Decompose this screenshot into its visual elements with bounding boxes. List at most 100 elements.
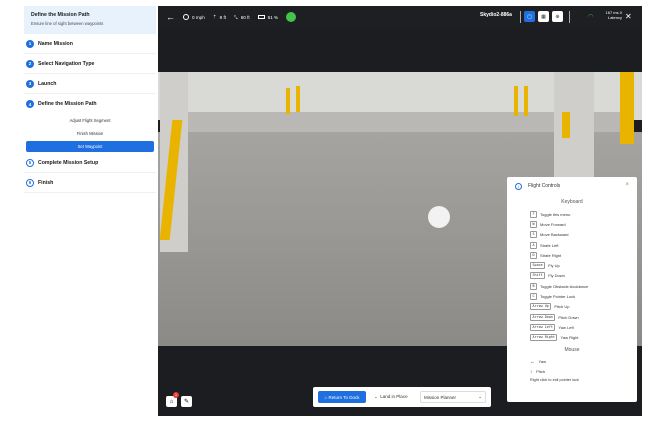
- key-cap: ?: [530, 210, 538, 218]
- shortcut-action: Yaw Right: [560, 335, 579, 341]
- shortcut-action: Pitch Down: [558, 314, 579, 320]
- drone-name: Skydio2-886a: [480, 12, 512, 18]
- view-mode-button-split[interactable]: ▦: [538, 11, 549, 22]
- keyboard-section-header: Keyboard: [561, 199, 583, 205]
- finish-mission-button[interactable]: Finish Mission: [24, 127, 156, 140]
- flight-action-bar: ⌂ Return To Dock ⌄ Land in Place Mission…: [313, 387, 491, 407]
- step-launch[interactable]: 3 Launch: [24, 74, 156, 94]
- return-to-dock-label: Return To Dock: [328, 394, 360, 400]
- mission-planner-select[interactable]: Mission Planner ⌄: [420, 391, 486, 403]
- view-mode-button-single[interactable]: ▢: [524, 11, 535, 22]
- step-finish[interactable]: 6 Finish: [24, 173, 156, 193]
- shortcut-action: Fly Up: [548, 263, 560, 269]
- keyboard-shortcut-row: Space Fly Up: [530, 260, 637, 270]
- land-in-place-button[interactable]: ⌄ Land in Place: [374, 394, 414, 400]
- shortcut-action: Yaw: [538, 359, 546, 365]
- step-label: Name Mission: [38, 40, 73, 47]
- distance-readout: ⤡ 60 ft: [234, 15, 250, 20]
- shortcut-action: Yaw Left: [558, 324, 574, 330]
- step-number: 4: [26, 100, 34, 108]
- key-cap: Space: [530, 262, 546, 270]
- step-complete-setup[interactable]: 5 Complete Mission Setup: [24, 153, 156, 173]
- keyboard-shortcut-row: A Strafe Left: [530, 240, 637, 250]
- return-to-dock-button[interactable]: ⌂ Return To Dock: [318, 391, 366, 403]
- step-number: 3: [26, 79, 34, 88]
- pillar-stripe: [286, 88, 290, 114]
- step-name-mission[interactable]: 1 Name Mission: [24, 34, 156, 54]
- distance-icon: ⤡: [234, 14, 238, 20]
- keyboard-shortcut-row: ? Toggle this menu: [530, 209, 637, 219]
- shortcut-action: Pitch Up: [554, 304, 570, 310]
- key-cap: S: [530, 231, 538, 239]
- flight-controls-title: Flight Controls: [528, 183, 561, 189]
- battery-value: 61 %: [267, 14, 279, 20]
- shortcut-action: Strafe Right: [540, 252, 562, 258]
- close-icon[interactable]: ×: [625, 182, 629, 188]
- shortcut-action: Toggle Obstacle Avoidance: [540, 283, 589, 289]
- keyboard-shortcut-row: B Toggle Obstacle Avoidance: [530, 281, 637, 291]
- hint-title: Define the Mission Path: [31, 12, 90, 18]
- step-label: Launch: [38, 80, 57, 87]
- key-cap: C: [530, 293, 538, 301]
- shortcut-action: Strafe Left: [540, 242, 559, 248]
- shortcut-action: Toggle this menu: [540, 211, 571, 217]
- key-cap: Arrow Right: [530, 334, 558, 342]
- step-label: Select Navigation Type: [38, 60, 95, 67]
- shortcut-action: Move Backward: [540, 232, 569, 238]
- keyboard-shortcut-row: Arrow Left Yaw Left: [530, 322, 637, 332]
- latency-label: Latency: [607, 15, 622, 20]
- set-waypoint-button[interactable]: Set Waypoint: [26, 141, 154, 152]
- pillar-stripe: [514, 86, 518, 116]
- info-icon: i: [515, 182, 522, 190]
- mouse-gesture-icon: ↕: [530, 369, 533, 375]
- altitude-readout: ⇡ 9 ft: [213, 14, 226, 20]
- bottom-left-tools: ⌂ 1 ✎: [166, 392, 192, 407]
- mouse-shortcut-row: ↕ Pitch: [530, 367, 637, 377]
- battery-icon: [257, 15, 265, 19]
- mission-sidebar: Define the Mission Path Ensure line of s…: [24, 6, 156, 416]
- app-root: Define the Mission Path Ensure line of s…: [0, 0, 660, 440]
- flight-controls-header: i Flight Controls ×: [507, 177, 637, 195]
- pillar-stripe: [562, 112, 570, 138]
- pillar-stripe: [524, 86, 528, 116]
- step-define-path[interactable]: 4 Define the Mission Path: [24, 94, 156, 114]
- keyboard-shortcut-row: D Strafe Right: [530, 250, 637, 260]
- shortcut-action: Fly Down: [548, 273, 565, 279]
- telemetry-bar: ← 0 mph ⇡ 9 ft ⤡ 60 ft 61 % Skydio2-886a…: [158, 6, 642, 28]
- tools-icon[interactable]: ✕: [625, 12, 632, 21]
- keyboard-shortcut-row: Shift Fly Down: [530, 271, 637, 281]
- keyboard-shortcut-row: Arrow Right Yaw Right: [530, 333, 637, 343]
- mouse-section-header: Mouse: [564, 346, 580, 353]
- step-label: Complete Mission Setup: [38, 159, 99, 166]
- key-cap: Arrow Up: [530, 303, 552, 311]
- keyboard-shortcut-row: W Move Forward: [530, 219, 637, 229]
- notifications-button[interactable]: ⌂ 1: [166, 392, 179, 407]
- land-icon: ⌄: [374, 394, 380, 399]
- key-cap: Arrow Left: [530, 323, 556, 331]
- shortcut-action: Move Forward: [540, 221, 566, 227]
- key-cap: B: [530, 282, 538, 290]
- step-select-navigation[interactable]: 2 Select Navigation Type: [24, 54, 156, 74]
- step-number: 5: [26, 158, 34, 167]
- key-cap: D: [530, 251, 538, 259]
- divider: [569, 11, 570, 23]
- keyboard-shortcut-list: ? Toggle this menu W Move Forward S Move Back…: [507, 209, 637, 343]
- adjust-flight-segment-button[interactable]: Adjust Flight Segment: [24, 114, 156, 127]
- back-arrow-icon[interactable]: ←: [166, 12, 175, 22]
- shortcut-action: Pitch: [536, 369, 546, 375]
- pillar-stripe: [296, 86, 300, 112]
- speedometer-icon: [183, 14, 189, 20]
- speed-readout: 0 mph: [183, 14, 205, 20]
- altitude-icon: ⇡: [212, 14, 217, 19]
- view-mode-button-map[interactable]: ⊕: [552, 11, 563, 22]
- keyboard-shortcut-row: Arrow Up Pitch Up: [530, 302, 637, 312]
- step-label: Finish: [38, 179, 54, 186]
- shortcut-action: Toggle Pointer Lock: [540, 294, 576, 300]
- wrench-button[interactable]: ✎: [181, 396, 192, 407]
- flight-controls-panel: i Flight Controls × Keyboard ? Toggle thi…: [507, 177, 637, 402]
- step-number: 2: [26, 59, 34, 68]
- speed-value: 0 mph: [192, 14, 205, 20]
- mission-hint-banner: Define the Mission Path Ensure line of s…: [24, 6, 156, 34]
- chevron-down-icon: ⌄: [478, 394, 482, 399]
- status-indicator-icon[interactable]: [286, 12, 297, 22]
